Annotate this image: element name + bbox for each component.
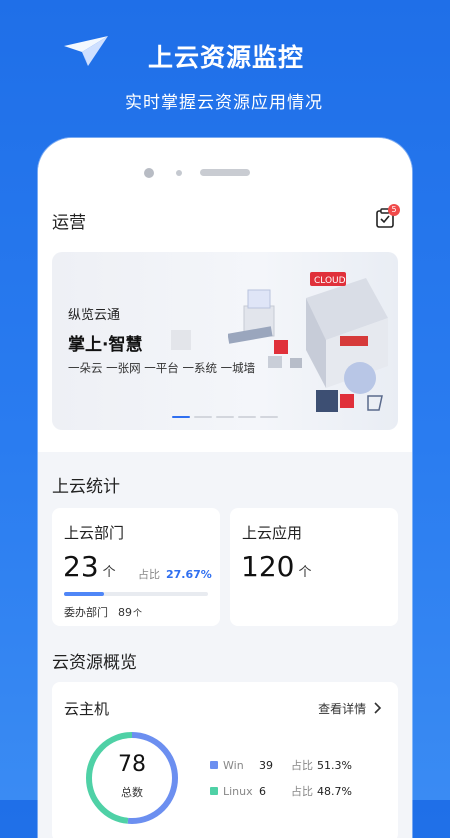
banner-title: 掌上·智慧 bbox=[68, 335, 143, 355]
host-title: 云主机 bbox=[64, 700, 110, 718]
camera-icon bbox=[144, 168, 154, 178]
sensor-icon bbox=[176, 170, 182, 176]
apps-card[interactable]: 上云应用 120 个 bbox=[230, 508, 398, 626]
departments-progress-fill bbox=[64, 592, 104, 596]
banner-title-mask bbox=[171, 330, 191, 350]
departments-progress-bar bbox=[64, 592, 208, 596]
banner-dot[interactable] bbox=[238, 416, 256, 418]
banner-dot[interactable] bbox=[172, 416, 190, 418]
banner-dot[interactable] bbox=[260, 416, 278, 418]
departments-count-row: 23 个 bbox=[63, 550, 116, 583]
apps-label: 上云应用 bbox=[242, 524, 303, 542]
host-total-label: 总数 bbox=[121, 786, 143, 799]
committee-count: 89 bbox=[118, 606, 132, 619]
departments-count: 23 bbox=[63, 550, 99, 583]
legend-row-win: Win 39 占比 51.3% bbox=[210, 757, 400, 773]
chevron-right-icon bbox=[374, 702, 382, 714]
cloud-city-illustration: CLOUD bbox=[228, 272, 388, 412]
legend-count: 6 bbox=[259, 785, 266, 798]
legend-name: Win bbox=[223, 759, 244, 772]
committee-label: 委办部门 bbox=[64, 606, 108, 619]
apps-count-row: 120 个 bbox=[241, 550, 311, 583]
committee-unit: 个 bbox=[133, 609, 143, 619]
view-details-label: 查看详情 bbox=[318, 702, 367, 716]
legend-name: Linux bbox=[223, 785, 253, 798]
committee-departments: 委办部门 89个 bbox=[64, 604, 142, 620]
stats-section-title: 上云统计 bbox=[52, 477, 120, 497]
notification-badge: 5 bbox=[388, 204, 400, 216]
promo-header: 上云资源监控 实时掌握云资源应用情况 bbox=[0, 0, 450, 140]
departments-label: 上云部门 bbox=[64, 524, 125, 542]
legend-swatch-linux bbox=[210, 787, 218, 795]
view-details-link[interactable]: 查看详情 bbox=[318, 700, 382, 717]
paper-plane-icon bbox=[64, 36, 108, 66]
page-title: 运营 bbox=[52, 213, 86, 233]
svg-text:CLOUD: CLOUD bbox=[314, 276, 346, 286]
cloud-host-card: 云主机 查看详情 78 总数 Win 39 占比 51.3% Linux 6 占比 48.7… bbox=[52, 682, 398, 838]
departments-unit: 个 bbox=[102, 565, 116, 580]
banner-pagination bbox=[172, 416, 278, 418]
banner-dot[interactable] bbox=[194, 416, 212, 418]
speaker-grill bbox=[200, 169, 250, 176]
legend-ratio-value: 51.3% bbox=[317, 759, 352, 772]
host-donut-chart: 78 总数 bbox=[84, 730, 180, 826]
legend-row-linux: Linux 6 占比 48.7% bbox=[210, 783, 400, 799]
legend-count: 39 bbox=[259, 759, 273, 772]
phone-top-bezel bbox=[38, 138, 412, 202]
promo-banner[interactable]: 纵览云通 掌上·智慧 一朵云 一张网 一平台 一系统 一城墙 CLOUD bbox=[52, 252, 398, 430]
promo-title: 上云资源监控 bbox=[148, 43, 305, 72]
host-total: 78 bbox=[118, 752, 146, 777]
departments-card[interactable]: 上云部门 23 个 占比 27.67% 委办部门 89个 bbox=[52, 508, 220, 626]
legend-ratio-value: 48.7% bbox=[317, 785, 352, 798]
screen-header: 运营 5 纵览云通 掌上·智慧 一朵云 一张网 一平台 一系统 一城墙 CLOU… bbox=[38, 202, 412, 452]
legend-swatch-win bbox=[210, 761, 218, 769]
legend-ratio-label: 占比 bbox=[291, 785, 313, 798]
legend-ratio: 占比 48.7% bbox=[291, 783, 352, 799]
apps-unit: 个 bbox=[298, 565, 312, 580]
departments-ratio: 占比 27.67% bbox=[138, 566, 212, 582]
promo-subtitle: 实时掌握云资源应用情况 bbox=[125, 93, 323, 113]
legend-ratio: 占比 51.3% bbox=[291, 757, 352, 773]
legend-ratio-label: 占比 bbox=[291, 759, 313, 772]
phone-frame: 运营 5 纵览云通 掌上·智慧 一朵云 一张网 一平台 一系统 一城墙 CLOU… bbox=[38, 138, 412, 838]
ratio-label: 占比 bbox=[138, 568, 160, 581]
banner-subtitle: 纵览云通 bbox=[68, 308, 121, 323]
apps-count: 120 bbox=[241, 550, 295, 583]
ratio-value: 27.67% bbox=[166, 568, 212, 581]
overview-section-title: 云资源概览 bbox=[52, 653, 137, 673]
banner-dot[interactable] bbox=[216, 416, 234, 418]
